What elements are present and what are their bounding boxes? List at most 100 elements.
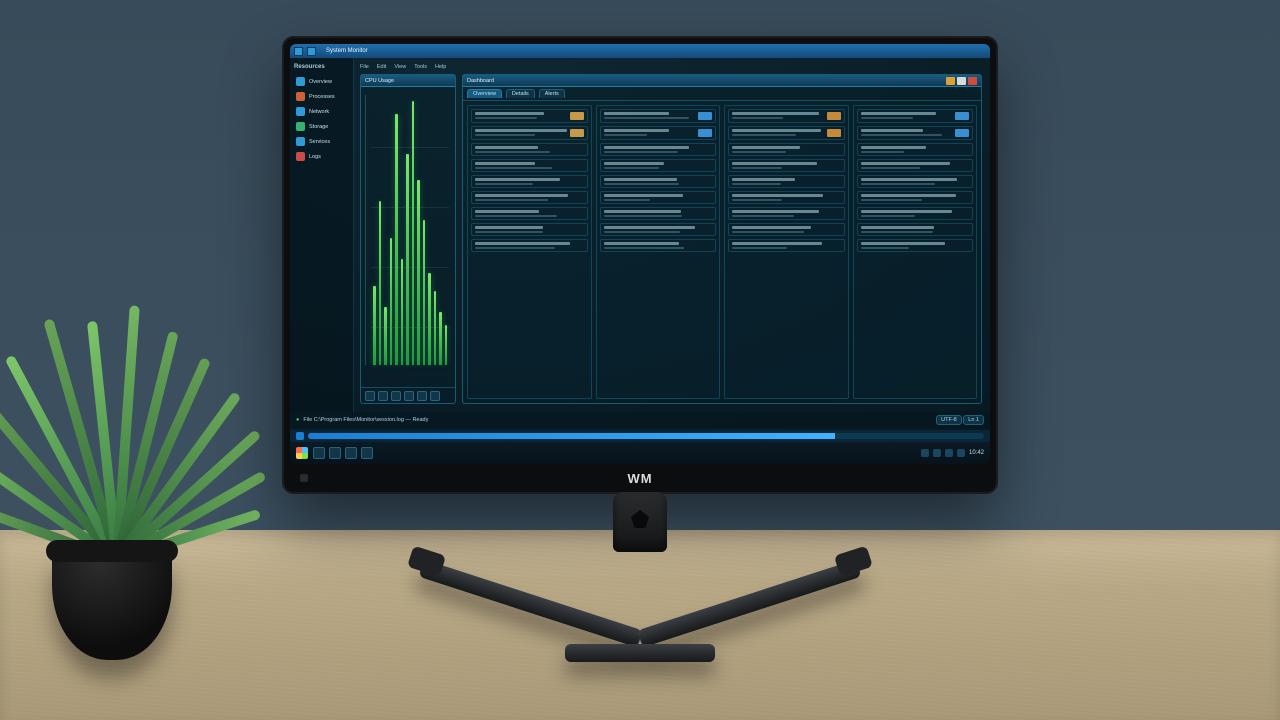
tray-icon[interactable]: [957, 449, 965, 457]
card-title-line: [732, 194, 823, 197]
list-item[interactable]: [471, 175, 588, 188]
menu-file[interactable]: File: [360, 64, 369, 70]
minimize-button[interactable]: [946, 77, 955, 85]
card-title-line: [732, 129, 821, 132]
list-item[interactable]: [471, 143, 588, 156]
card-title-line: [475, 129, 567, 132]
status-icon: ●: [296, 417, 299, 423]
list-item[interactable]: [471, 191, 588, 204]
screen: System Monitor Resources OverviewProcess…: [290, 44, 990, 464]
list-item[interactable]: [600, 207, 717, 220]
panel-header[interactable]: CPU Usage: [361, 75, 455, 87]
toolbar-button[interactable]: [378, 391, 388, 401]
list-item[interactable]: [857, 191, 974, 204]
card-title-line: [861, 162, 951, 165]
taskbar: 10:42: [290, 442, 990, 464]
list-item[interactable]: [857, 207, 974, 220]
list-item[interactable]: [728, 126, 845, 140]
list-item[interactable]: [857, 143, 974, 156]
card-title-line: [861, 112, 936, 115]
card-title-line: [732, 242, 822, 245]
chart-bar: [379, 201, 382, 365]
card-sub-line: [861, 215, 915, 217]
list-item[interactable]: [471, 239, 588, 252]
list-item[interactable]: [857, 223, 974, 236]
toolbar-button[interactable]: [417, 391, 427, 401]
list-item[interactable]: [728, 239, 845, 252]
tab-alerts[interactable]: Alerts: [539, 89, 565, 98]
card-title-line: [475, 242, 570, 245]
list-item[interactable]: [857, 175, 974, 188]
tab-overview[interactable]: Overview: [467, 89, 502, 98]
list-item[interactable]: [600, 239, 717, 252]
card-title-line: [475, 194, 568, 197]
toolbar-button[interactable]: [391, 391, 401, 401]
card-sub-line: [861, 117, 913, 119]
window-titlebar[interactable]: System Monitor: [290, 44, 990, 58]
list-item[interactable]: [728, 207, 845, 220]
menubar: File Edit View Tools Help: [360, 64, 982, 70]
plant: [30, 300, 200, 560]
taskbar-clock: 10:42: [969, 450, 984, 456]
progress-track[interactable]: [308, 433, 984, 439]
list-item[interactable]: [728, 223, 845, 236]
window-controls: [946, 77, 977, 85]
card-title-line: [475, 162, 535, 165]
list-item[interactable]: [471, 109, 588, 123]
card-title-line: [604, 178, 677, 181]
list-item[interactable]: [600, 126, 717, 140]
taskbar-app[interactable]: [345, 447, 357, 459]
menu-help[interactable]: Help: [435, 64, 446, 70]
list-item[interactable]: [471, 159, 588, 172]
list-item[interactable]: [600, 159, 717, 172]
toolbar-button[interactable]: [404, 391, 414, 401]
list-item[interactable]: [471, 126, 588, 140]
chart-bar: [412, 101, 415, 365]
list-item[interactable]: [728, 175, 845, 188]
taskbar-app[interactable]: [313, 447, 325, 459]
chart-bar: [384, 307, 387, 365]
card-title-line: [604, 194, 683, 197]
list-item[interactable]: [728, 109, 845, 123]
monitor-brand: WM: [627, 471, 652, 486]
list-item[interactable]: [471, 223, 588, 236]
sidebar-item-overview[interactable]: Overview: [294, 74, 349, 89]
toolbar-button[interactable]: [430, 391, 440, 401]
toolbar-button[interactable]: [365, 391, 375, 401]
sidebar-item-services[interactable]: Services: [294, 134, 349, 149]
sidebar-item-logs[interactable]: Logs: [294, 149, 349, 164]
sidebar-item-storage[interactable]: Storage: [294, 119, 349, 134]
chart-bar: [390, 238, 393, 365]
list-item[interactable]: [857, 159, 974, 172]
chart-bar: [434, 291, 437, 365]
sidebar-item-network[interactable]: Network: [294, 104, 349, 119]
list-item[interactable]: [728, 191, 845, 204]
list-item[interactable]: [857, 126, 974, 140]
tray-icon[interactable]: [921, 449, 929, 457]
start-button[interactable]: [296, 447, 308, 459]
list-item[interactable]: [600, 175, 717, 188]
maximize-button[interactable]: [957, 77, 966, 85]
menu-edit[interactable]: Edit: [377, 64, 386, 70]
menu-view[interactable]: View: [394, 64, 406, 70]
list-item[interactable]: [600, 109, 717, 123]
taskbar-app[interactable]: [329, 447, 341, 459]
tab-details[interactable]: Details: [506, 89, 535, 98]
list-item[interactable]: [600, 223, 717, 236]
list-item[interactable]: [600, 143, 717, 156]
list-item[interactable]: [857, 239, 974, 252]
list-item[interactable]: [471, 207, 588, 220]
tray-icon[interactable]: [945, 449, 953, 457]
menu-tools[interactable]: Tools: [414, 64, 427, 70]
list-item[interactable]: [728, 143, 845, 156]
tray-icon[interactable]: [933, 449, 941, 457]
close-button[interactable]: [968, 77, 977, 85]
chart-bars: [373, 101, 447, 365]
list-item[interactable]: [728, 159, 845, 172]
list-item[interactable]: [600, 191, 717, 204]
chart-bar: [417, 180, 420, 365]
list-item[interactable]: [857, 109, 974, 123]
taskbar-app[interactable]: [361, 447, 373, 459]
panel-header[interactable]: Dashboard: [463, 75, 981, 87]
sidebar-item-processes[interactable]: Processes: [294, 89, 349, 104]
